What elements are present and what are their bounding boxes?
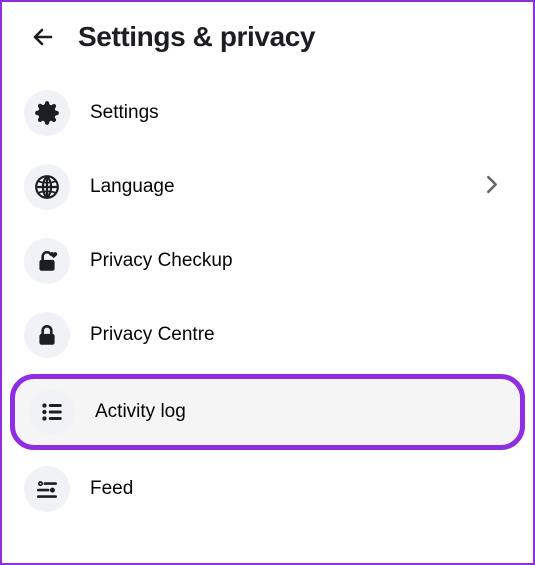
menu-item-feed[interactable]: Feed: [10, 454, 525, 524]
sliders-icon: [24, 466, 70, 512]
menu-item-label: Activity log: [95, 401, 186, 423]
gear-icon: [24, 90, 70, 136]
page-header: Settings & privacy: [2, 2, 533, 64]
menu-item-label: Feed: [90, 478, 133, 500]
lock-open-heart-icon: [24, 238, 70, 284]
menu-item-activity-log[interactable]: Activity log: [10, 374, 525, 450]
menu-item-label: Privacy Checkup: [90, 250, 233, 272]
globe-icon: [24, 164, 70, 210]
arrow-left-icon: [31, 25, 55, 49]
list-icon: [29, 389, 75, 435]
menu-item-privacy-checkup[interactable]: Privacy Checkup: [10, 226, 525, 296]
lock-icon: [24, 312, 70, 358]
chevron-right-icon: [481, 174, 503, 201]
menu-item-settings[interactable]: Settings: [10, 78, 525, 148]
settings-list: Settings Language Privacy Checkup Privacy C…: [2, 64, 533, 524]
back-button[interactable]: [26, 20, 60, 54]
menu-item-label: Settings: [90, 102, 159, 124]
page-title: Settings & privacy: [78, 21, 315, 53]
menu-item-language[interactable]: Language: [10, 152, 525, 222]
menu-item-privacy-centre[interactable]: Privacy Centre: [10, 300, 525, 370]
menu-item-label: Privacy Centre: [90, 324, 215, 346]
menu-item-label: Language: [90, 176, 175, 198]
